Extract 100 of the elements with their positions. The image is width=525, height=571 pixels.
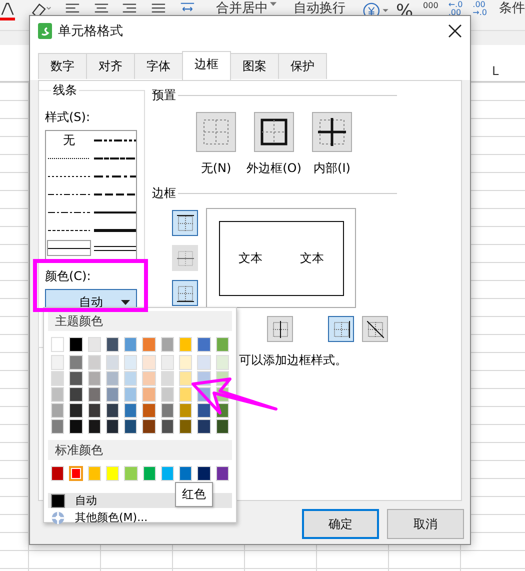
border-toggle-button[interactable] [172, 210, 198, 236]
color-swatch[interactable] [69, 371, 83, 386]
color-swatch[interactable] [179, 387, 192, 402]
color-swatch[interactable] [197, 466, 211, 481]
tab[interactable]: 保护 [278, 53, 327, 79]
border-toggle-button[interactable] [362, 316, 388, 342]
color-swatch[interactable] [216, 337, 229, 352]
tab[interactable]: 图案 [230, 53, 279, 79]
color-swatch[interactable] [106, 403, 120, 418]
color-swatch[interactable] [88, 371, 101, 386]
color-swatch[interactable] [160, 466, 174, 481]
color-swatch[interactable] [106, 387, 120, 402]
color-swatch[interactable] [88, 387, 101, 402]
color-swatch[interactable] [179, 466, 192, 481]
tab[interactable]: 字体 [134, 53, 183, 79]
color-swatch[interactable] [69, 419, 83, 434]
color-swatch[interactable] [51, 466, 64, 481]
color-swatch[interactable] [216, 355, 229, 370]
color-swatch[interactable] [160, 337, 174, 352]
color-swatch[interactable] [106, 419, 120, 434]
color-swatch[interactable] [216, 419, 229, 434]
menu-item[interactable]: 其他颜色(M)... [48, 510, 232, 525]
line-sample-icon [48, 156, 90, 160]
color-swatch[interactable] [69, 403, 83, 418]
color-swatch[interactable] [179, 337, 192, 352]
color-swatch[interactable] [197, 403, 211, 418]
color-swatch[interactable] [179, 419, 192, 434]
window-title: 单元格格式 [58, 23, 124, 40]
color-swatch[interactable] [179, 403, 192, 418]
conditional-format-button[interactable]: 条件 [499, 1, 525, 16]
color-swatch[interactable] [142, 419, 156, 434]
color-swatch[interactable] [69, 466, 83, 481]
color-swatch[interactable] [160, 371, 174, 386]
color-swatch[interactable] [124, 355, 138, 370]
tab[interactable]: 边框 [182, 51, 231, 80]
decrease-decimal-button[interactable]: .00 →.0 [472, 1, 488, 17]
color-swatch[interactable] [160, 387, 174, 402]
caret-icon [270, 1, 278, 7]
color-swatch[interactable] [197, 355, 211, 370]
color-swatch[interactable] [216, 466, 229, 481]
color-swatch[interactable] [124, 419, 138, 434]
border-toggle-button[interactable] [267, 316, 293, 342]
color-swatch[interactable] [197, 419, 211, 434]
color-swatch[interactable] [88, 337, 101, 352]
preset-button[interactable] [254, 112, 294, 152]
line-style-option[interactable] [47, 240, 91, 256]
color-swatch[interactable] [124, 387, 138, 402]
color-swatch[interactable] [124, 371, 138, 386]
color-swatch[interactable] [160, 419, 174, 434]
style-label: 样式(S): [45, 109, 92, 126]
color-swatch[interactable] [142, 337, 156, 352]
color-swatch[interactable] [106, 466, 120, 481]
preset-button[interactable] [312, 112, 352, 152]
cancel-button[interactable]: 取消 [387, 509, 464, 539]
color-swatch[interactable] [88, 403, 101, 418]
color-swatch[interactable] [142, 355, 156, 370]
color-swatch[interactable] [51, 387, 64, 402]
line-style-option[interactable]: 无 [46, 131, 92, 149]
color-swatch[interactable] [88, 355, 101, 370]
border-toggle-button[interactable] [172, 280, 198, 306]
color-swatch[interactable] [106, 355, 120, 370]
color-swatch[interactable] [197, 337, 211, 352]
color-swatch[interactable] [88, 419, 101, 434]
thousands-button[interactable]: 000 [423, 1, 438, 10]
color-swatch[interactable] [142, 387, 156, 402]
color-swatch[interactable] [179, 355, 192, 370]
color-swatch[interactable] [69, 337, 83, 352]
color-swatch[interactable] [69, 387, 83, 402]
color-swatch[interactable] [51, 419, 64, 434]
color-swatch[interactable] [51, 337, 64, 352]
color-swatch[interactable] [160, 355, 174, 370]
color-swatch[interactable] [160, 403, 174, 418]
border-toggle-button[interactable] [328, 316, 354, 342]
color-swatch[interactable] [124, 466, 138, 481]
color-swatch[interactable] [124, 337, 138, 352]
color-swatch[interactable] [106, 337, 120, 352]
color-swatch[interactable] [51, 403, 64, 418]
border-grid-icon [176, 214, 194, 232]
color-swatch[interactable] [88, 466, 102, 481]
tab[interactable]: 数字 [38, 53, 87, 79]
line-sample-icon [94, 246, 136, 250]
color-swatch[interactable] [179, 371, 192, 386]
color-swatch[interactable] [124, 403, 138, 418]
line-style-list[interactable]: 无 [45, 130, 137, 260]
wrap-text-button[interactable]: 自动换行 [294, 1, 346, 16]
color-swatch[interactable] [51, 355, 64, 370]
font-color-icon[interactable] [0, 1, 16, 23]
ok-button[interactable]: 确定 [302, 509, 379, 539]
color-swatch[interactable] [142, 466, 156, 481]
color-swatch[interactable] [69, 355, 83, 370]
close-icon[interactable] [448, 24, 462, 38]
color-swatch[interactable] [142, 403, 156, 418]
color-swatch[interactable] [106, 371, 120, 386]
merge-center-button[interactable]: 合并居中 [216, 1, 268, 16]
preset-label: 外边框(O) [246, 160, 302, 177]
color-swatch[interactable] [142, 371, 156, 386]
color-swatch[interactable] [51, 371, 64, 386]
auto-color-swatch-icon [51, 494, 65, 508]
tab[interactable]: 对齐 [86, 53, 135, 79]
increase-decimal-button[interactable]: ←.0 .00 [448, 1, 463, 17]
